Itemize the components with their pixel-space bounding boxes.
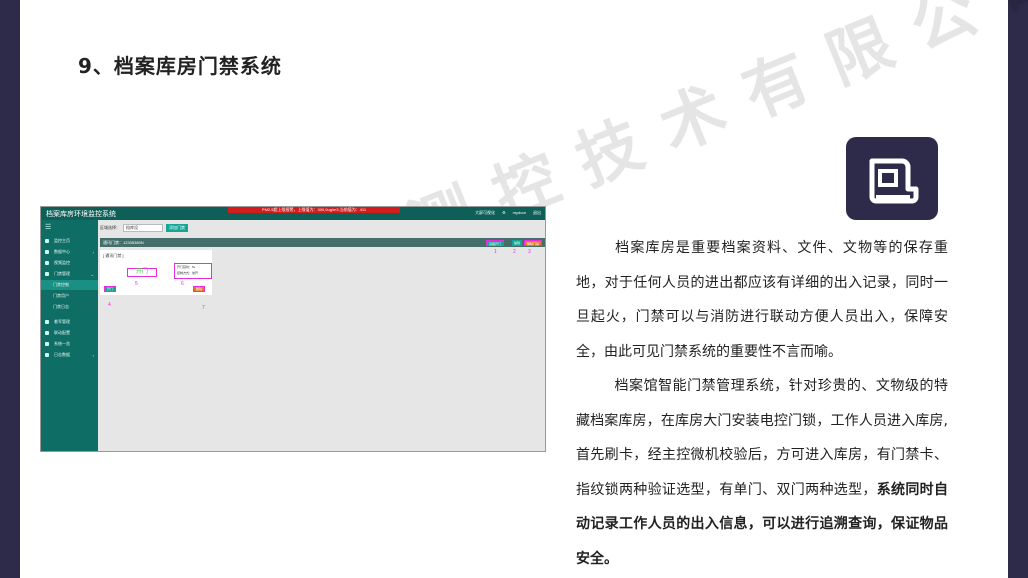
left-accent-bar bbox=[0, 0, 20, 578]
list-icon bbox=[45, 353, 49, 357]
annotation-6: 6 bbox=[181, 281, 184, 287]
scroll-icon bbox=[869, 158, 919, 204]
remote-open-button[interactable]: 远程开门 bbox=[486, 240, 505, 246]
add-door-button[interactable]: 添加门禁 bbox=[166, 223, 188, 232]
annotation-4: 4 bbox=[108, 302, 111, 308]
annotation-7: 7 bbox=[202, 305, 205, 311]
header-links: 大屏可视化 ⚙ mydoor 退出 bbox=[475, 210, 541, 216]
visualization-link[interactable]: 大屏可视化 bbox=[475, 210, 495, 216]
filter-row: 区域选择： 档库设 添加门禁 bbox=[100, 222, 188, 233]
area-label: 区域选择： bbox=[100, 224, 120, 230]
open-door-button[interactable]: 开门 bbox=[104, 286, 117, 292]
home-icon bbox=[45, 239, 49, 243]
user-name[interactable]: mydoor bbox=[513, 210, 526, 216]
door-state-text: 开门 bbox=[127, 268, 157, 277]
annotation-2: 2 bbox=[513, 249, 516, 255]
sidebar-item-data-center[interactable]: 数据中心 › bbox=[41, 247, 98, 257]
access-control-screenshot: 档案库房环境监控系统 PM2.5超上限报警，上限值为：300,0ug/m3,当前… bbox=[40, 206, 546, 452]
door-card: [ 通讯门禁 ] 开门 开门延时：5s 控制方式：常开 开门 删除 bbox=[100, 250, 212, 295]
annotation-1: 1 bbox=[494, 249, 497, 255]
sidebar-item-users[interactable]: 着军管理 bbox=[41, 317, 98, 327]
right-accent-bar bbox=[1008, 0, 1028, 578]
alarm-banner: PM2.5超上限报警，上限值为：300,0ug/m3,当前值为：411 bbox=[228, 207, 400, 213]
sidebar-item-access-control[interactable]: 门禁控制 bbox=[41, 280, 98, 290]
sidebar-menu: ☰ 监控主页 数据中心 › 视频监控 门禁管理 ⌄ 门禁控制 门禁用户 门禁日志 着… bbox=[41, 220, 98, 451]
archive-icon bbox=[846, 137, 938, 220]
slide-title: 9、档案库房门禁系统 bbox=[78, 54, 282, 78]
database-icon bbox=[45, 250, 49, 254]
sidebar-item-overview[interactable]: 系统一览 bbox=[41, 339, 98, 349]
delete-door-button[interactable]: 删除门禁 bbox=[524, 240, 543, 246]
edit-button[interactable]: 编辑 bbox=[512, 240, 523, 246]
share-icon bbox=[45, 331, 49, 335]
sidebar-item-linkage[interactable]: 联动配置 bbox=[41, 328, 98, 338]
control-mode: 控制方式：常开 bbox=[177, 271, 199, 275]
app-title: 档案库房环境监控系统 bbox=[46, 211, 116, 218]
sidebar-item-access-users[interactable]: 门禁用户 bbox=[41, 291, 98, 301]
sidebar-item-home[interactable]: 监控主页 bbox=[41, 236, 98, 246]
sidebar-item-logs[interactable]: 日志数据 › bbox=[41, 350, 98, 360]
door-card-title: [ 通讯门禁 ] bbox=[103, 253, 124, 258]
user-icon bbox=[45, 320, 49, 324]
sidebar-item-video[interactable]: 视频监控 bbox=[41, 258, 98, 268]
door-label: 通讯门禁：12335380N bbox=[103, 240, 144, 245]
settings-icon[interactable]: ⚙ bbox=[502, 210, 506, 216]
sidebar-item-access-logs[interactable]: 门禁日志 bbox=[41, 302, 98, 312]
door-status-box: 开门延时：5s 控制方式：常开 bbox=[174, 263, 212, 279]
annotation-3: 3 bbox=[528, 249, 531, 255]
menu-toggle-icon[interactable]: ☰ bbox=[45, 223, 51, 231]
annotation-5: 5 bbox=[135, 281, 138, 287]
logout-link[interactable]: 退出 bbox=[533, 210, 541, 216]
door-icon bbox=[45, 272, 49, 276]
area-select[interactable]: 档库设 bbox=[123, 223, 163, 232]
delete-button[interactable]: 删除 bbox=[193, 286, 206, 292]
sidebar-item-access[interactable]: 门禁管理 ⌄ bbox=[41, 269, 98, 279]
app-header: 档案库房环境监控系统 PM2.5超上限报警，上限值为：300,0ug/m3,当前… bbox=[41, 207, 545, 220]
grid-icon bbox=[45, 342, 49, 346]
video-icon bbox=[45, 261, 49, 265]
paragraph-2: 档案馆智能门禁管理系统，针对珍贵的、文物级的特藏档案库房，在库房大门安装电控门锁… bbox=[576, 378, 948, 567]
paragraph-1: 档案库房是重要档案资料、文件、文物等的保存重地，对于任何人员的进出都应该有详细的… bbox=[576, 240, 948, 360]
door-header: 通讯门禁：12335380N 远程开门 编辑 删除门禁 bbox=[100, 238, 545, 247]
